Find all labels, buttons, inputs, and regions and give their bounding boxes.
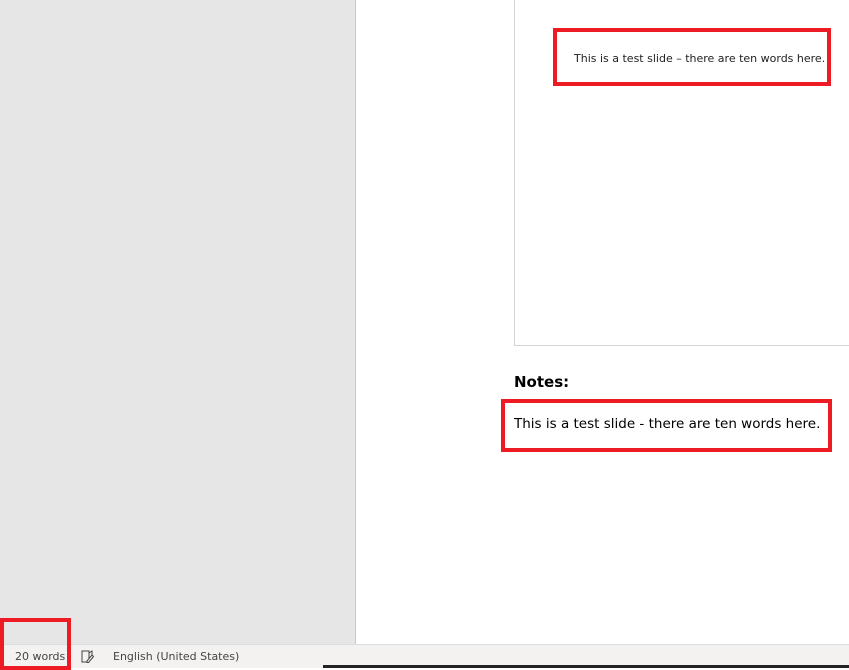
notes-label: Notes: (514, 373, 570, 391)
highlight-box-notes (501, 399, 832, 452)
language-indicator[interactable]: English (United States) (113, 650, 239, 663)
slide-thumbnail-pane (0, 0, 356, 644)
highlight-box-word-count (0, 618, 71, 670)
proofing-book-icon[interactable] (80, 649, 95, 664)
highlight-box-slide-text (553, 28, 831, 86)
